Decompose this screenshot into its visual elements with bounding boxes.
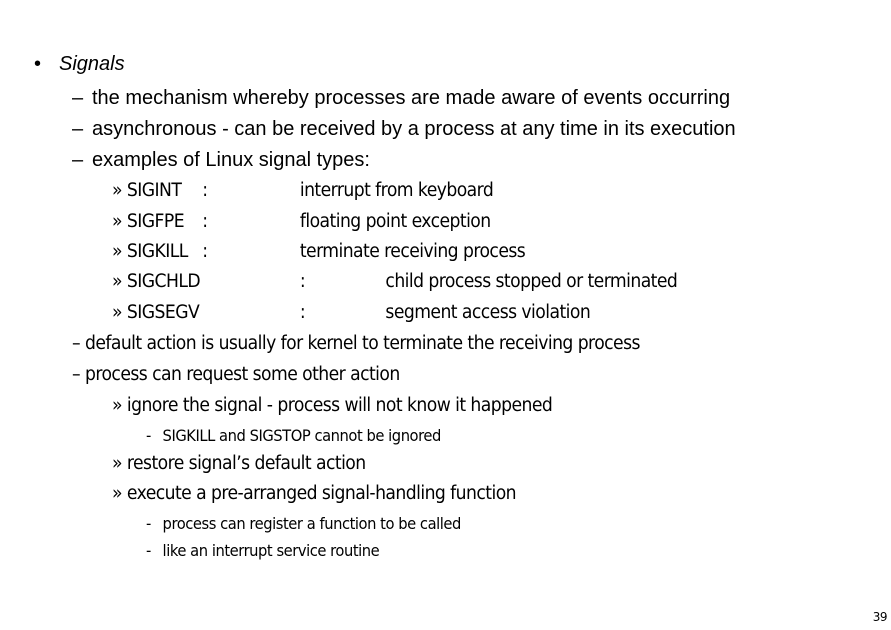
action-text: ignore the signal - process will not kno… (126, 395, 553, 416)
raquo-marker: » (112, 211, 123, 232)
point-examples: – examples of Linux signal types: (72, 149, 370, 172)
sub-item-text: like an interrupt service routine (162, 541, 380, 560)
bullet-marker: • (34, 53, 42, 75)
hyphen-marker: - (146, 514, 151, 533)
signal-description: interrupt from keyboard (299, 180, 494, 201)
point-other-action: – process can request some other action (72, 364, 400, 385)
sub-item-register: - process can register a function to be c… (146, 514, 461, 533)
signal-description: terminate receiving process (299, 241, 526, 262)
action-text: restore signal’s default action (126, 453, 366, 474)
signal-description: segment access violation (385, 302, 591, 323)
raquo-marker: » (112, 302, 123, 323)
raquo-marker: » (112, 180, 123, 201)
signal-separator: : (299, 271, 306, 292)
sub-item-text: SIGKILL and SIGSTOP cannot be ignored (162, 426, 442, 445)
signal-name: SIGKILL (126, 241, 189, 262)
hyphen-marker: - (146, 541, 151, 560)
action-restore: » restore signal’s default action (112, 453, 366, 474)
dash-marker: – (72, 333, 81, 354)
hyphen-marker: - (146, 426, 151, 445)
page-number: 39 (872, 610, 888, 624)
point-text: the mechanism whereby processes are made… (92, 87, 731, 109)
raquo-marker: » (112, 453, 123, 474)
point-text: examples of Linux signal types: (92, 149, 370, 171)
raquo-marker: » (112, 271, 123, 292)
signal-name: SIGFPE (126, 211, 185, 232)
heading-text: Signals (59, 53, 125, 75)
signal-item-sigsegv: » SIGSEGV : segment access violation (112, 302, 591, 323)
point-asynchronous: – asynchronous - can be received by a pro… (72, 118, 736, 141)
dash-marker: – (72, 118, 84, 140)
raquo-marker: » (112, 241, 123, 262)
signal-name: SIGCHLD (126, 271, 201, 292)
point-text: asynchronous - can be received by a proc… (92, 118, 736, 140)
signal-item-sigint: » SIGINT : interrupt from keyboard (112, 180, 494, 201)
dash-marker: – (72, 149, 84, 171)
signal-item-sigkill: » SIGKILL : terminate receiving process (112, 241, 526, 262)
raquo-marker: » (112, 395, 123, 416)
point-text: process can request some other action (84, 364, 400, 385)
point-default-action: – default action is usually for kernel t… (72, 333, 640, 354)
dash-marker: – (72, 87, 84, 109)
point-mechanism: – the mechanism whereby processes are mad… (72, 87, 730, 110)
signal-item-sigfpe: » SIGFPE : floating point exception (112, 211, 491, 232)
signal-name: SIGSEGV (126, 302, 200, 323)
signal-name: SIGINT (126, 180, 182, 201)
raquo-marker: » (112, 483, 123, 504)
action-ignore: » ignore the signal - process will not k… (112, 395, 553, 416)
sub-item-isr: - like an interrupt service routine (146, 541, 380, 560)
sub-item-text: process can register a function to be ca… (162, 514, 462, 533)
signal-separator: : (299, 302, 306, 323)
action-text: execute a pre-arranged signal-handling f… (126, 483, 517, 504)
signal-separator: : (202, 241, 208, 262)
signal-description: floating point exception (299, 211, 491, 232)
signal-item-sigchld: » SIGCHLD : child process stopped or ter… (112, 271, 678, 292)
dash-marker: – (72, 364, 81, 385)
signal-separator: : (202, 180, 208, 201)
signal-separator: : (202, 211, 208, 232)
sub-item-cannot-ignore: - SIGKILL and SIGSTOP cannot be ignored (146, 426, 441, 445)
signal-description: child process stopped or terminated (385, 271, 678, 292)
action-execute: » execute a pre-arranged signal-handling… (112, 483, 517, 504)
point-text: default action is usually for kernel to … (84, 333, 641, 354)
slide-heading: • Signals (34, 53, 125, 76)
